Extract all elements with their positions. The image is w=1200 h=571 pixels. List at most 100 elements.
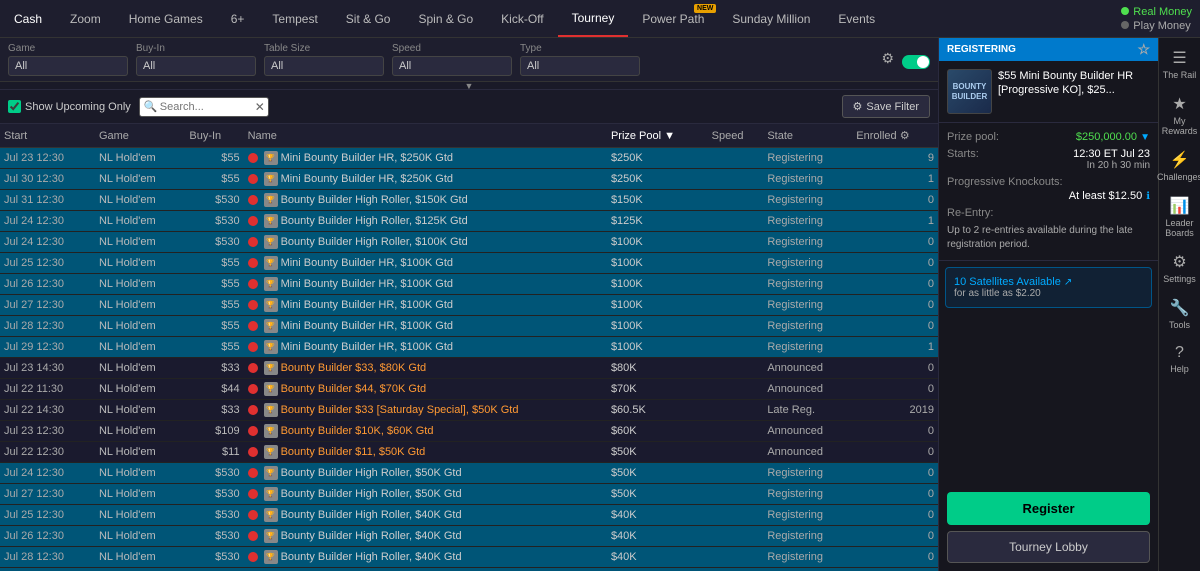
tourney-lobby-button[interactable]: Tourney Lobby [947, 531, 1150, 563]
reg-dot-icon [248, 216, 258, 226]
table-row[interactable]: Jul 31 12:30 NL Hold'em $530 🏆 Bounty Bu… [0, 190, 938, 211]
table-row[interactable]: Jul 27 12:30 NL Hold'em $55 🏆 Mini Bount… [0, 295, 938, 316]
nav-events[interactable]: Events [824, 0, 889, 37]
table-row[interactable]: Jul 23 12:30 NL Hold'em $55 🏆 Mini Bount… [0, 148, 938, 169]
nav-home-games[interactable]: Home Games [115, 0, 217, 37]
favorite-star-icon[interactable]: ☆ [1137, 41, 1150, 58]
type-filter-select[interactable]: All [520, 56, 640, 76]
bounty-icon: 🏆 [264, 403, 278, 417]
th-name: Name [244, 124, 607, 148]
show-upcoming-label: Show Upcoming Only [8, 100, 131, 113]
cell-state: Announced [763, 421, 852, 442]
real-money-option[interactable]: Real Money [1121, 6, 1192, 18]
prize-info-icon[interactable]: ▼ [1140, 132, 1150, 143]
nav-6plus[interactable]: 6+ [217, 0, 259, 37]
tourney-title: $55 Mini Bounty Builder HR [Progressive … [998, 69, 1150, 98]
buyin-filter-select[interactable]: All [136, 56, 256, 76]
nav-spin-go[interactable]: Spin & Go [404, 0, 487, 37]
cell-start: Jul 28 12:30 [0, 316, 95, 337]
table-row[interactable]: Jul 26 12:30 NL Hold'em $530 🏆 Bounty Bu… [0, 526, 938, 547]
cell-name: 🏆 Bounty Builder High Roller, $50K Gtd [244, 484, 607, 505]
table-row[interactable]: Jul 26 12:30 NL Hold'em $55 🏆 Mini Bount… [0, 274, 938, 295]
nav-tempest[interactable]: Tempest [258, 0, 331, 37]
expand-bar[interactable]: ▼ [0, 82, 938, 90]
cell-buyin: $44 [185, 379, 243, 400]
cell-enrolled: 1 [852, 337, 938, 358]
play-money-option[interactable]: Play Money [1121, 20, 1192, 32]
registration-badge: REGISTERING ☆ [939, 38, 1158, 61]
name-text: Bounty Builder $10K, $60K Gtd [281, 425, 434, 437]
nav-kickoff[interactable]: Kick-Off [487, 0, 557, 37]
tablesize-filter-select[interactable]: All [264, 56, 384, 76]
table-row[interactable]: Jul 28 12:30 NL Hold'em $530 🏆 Bounty Bu… [0, 547, 938, 568]
register-button[interactable]: Register [947, 492, 1150, 525]
table-row[interactable]: Jul 29 12:30 NL Hold'em $530 🏆 Bounty Bu… [0, 568, 938, 571]
starts-row: Starts: 12:30 ET Jul 23 In 20 h 30 min [947, 148, 1150, 171]
th-buyin: Buy-In [185, 124, 243, 148]
cell-prize: $40K [607, 526, 708, 547]
cell-game: NL Hold'em [95, 568, 185, 571]
table-row[interactable]: Jul 24 12:30 NL Hold'em $530 🏆 Bounty Bu… [0, 211, 938, 232]
search-clear-icon[interactable]: ✕ [255, 100, 265, 114]
game-filter-select[interactable]: All [8, 56, 128, 76]
cell-enrolled: 0 [852, 190, 938, 211]
table-row[interactable]: Jul 24 12:30 NL Hold'em $530 🏆 Bounty Bu… [0, 232, 938, 253]
cell-speed [708, 526, 764, 547]
filter-icon-button[interactable]: ⚙ [879, 48, 896, 69]
table-row[interactable]: Jul 27 12:30 NL Hold'em $530 🏆 Bounty Bu… [0, 484, 938, 505]
sidebar-item-leaderboards[interactable]: 📊 Leader Boards [1161, 190, 1199, 244]
search-input[interactable] [139, 97, 269, 117]
cell-buyin: $530 [185, 484, 243, 505]
cell-start: Jul 23 12:30 [0, 421, 95, 442]
cell-state: Registering [763, 316, 852, 337]
nav-tourney[interactable]: Tourney [558, 0, 629, 37]
starts-value: 12:30 ET Jul 23 [1073, 148, 1150, 160]
cell-speed [708, 568, 764, 571]
nav-sit-go[interactable]: Sit & Go [332, 0, 405, 37]
nav-cash[interactable]: Cash [0, 0, 56, 37]
money-toggle[interactable]: Real Money Play Money [1121, 6, 1192, 32]
cell-name: 🏆 Bounty Builder High Roller, $40K Gtd [244, 568, 607, 571]
sidebar-item-tools[interactable]: 🔧 Tools [1161, 292, 1199, 336]
sidebar-item-the-rail[interactable]: ☰ The Rail [1161, 42, 1199, 86]
sidebar-item-settings[interactable]: ⚙ Settings [1161, 246, 1199, 290]
toggle-switch[interactable] [902, 55, 930, 69]
cell-buyin: $55 [185, 274, 243, 295]
cell-state: Registering [763, 484, 852, 505]
name-text: Mini Bounty Builder HR, $100K Gtd [281, 257, 453, 269]
table-row[interactable]: Jul 30 12:30 NL Hold'em $55 🏆 Mini Bount… [0, 169, 938, 190]
sidebar-item-rewards[interactable]: ★ My Rewards [1161, 88, 1199, 142]
table-row[interactable]: Jul 29 12:30 NL Hold'em $55 🏆 Mini Bount… [0, 337, 938, 358]
save-filter-button[interactable]: ⚙ Save Filter [842, 95, 930, 118]
cell-game: NL Hold'em [95, 379, 185, 400]
table-row[interactable]: Jul 22 11:30 NL Hold'em $44 🏆 Bounty Bui… [0, 379, 938, 400]
cell-speed [708, 253, 764, 274]
cell-state: Registering [763, 232, 852, 253]
progressive-info-icon[interactable]: ℹ [1146, 191, 1150, 202]
satellites-link[interactable]: 10 Satellites Available ↗ [954, 276, 1143, 288]
nav-sunday-million[interactable]: Sunday Million [718, 0, 824, 37]
help-icon: ? [1175, 344, 1184, 362]
cell-game: NL Hold'em [95, 421, 185, 442]
table-row[interactable]: Jul 23 14:30 NL Hold'em $33 🏆 Bounty Bui… [0, 358, 938, 379]
table-row[interactable]: Jul 24 12:30 NL Hold'em $530 🏆 Bounty Bu… [0, 463, 938, 484]
sidebar-item-help[interactable]: ? Help [1161, 338, 1199, 380]
thumb-label: BOUNTYBUILDER [952, 82, 988, 101]
nav-zoom[interactable]: Zoom [56, 0, 115, 37]
table-row[interactable]: Jul 25 12:30 NL Hold'em $55 🏆 Mini Bount… [0, 253, 938, 274]
table-row[interactable]: Jul 22 14:30 NL Hold'em $33 🏆 Bounty Bui… [0, 400, 938, 421]
cell-name: 🏆 Bounty Builder High Roller, $100K Gtd [244, 232, 607, 253]
cell-enrolled: 0 [852, 253, 938, 274]
cell-state: Announced [763, 379, 852, 400]
nav-power-path[interactable]: Power Path NEW [628, 0, 718, 37]
cell-speed [708, 190, 764, 211]
cell-speed [708, 211, 764, 232]
speed-filter-select[interactable]: All [392, 56, 512, 76]
sidebar-item-challenges[interactable]: ⚡ Challenges [1161, 144, 1199, 188]
table-row[interactable]: Jul 28 12:30 NL Hold'em $55 🏆 Mini Bount… [0, 316, 938, 337]
show-upcoming-checkbox[interactable] [8, 100, 21, 113]
table-row[interactable]: Jul 22 12:30 NL Hold'em $11 🏆 Bounty Bui… [0, 442, 938, 463]
table-row[interactable]: Jul 25 12:30 NL Hold'em $530 🏆 Bounty Bu… [0, 505, 938, 526]
th-prize[interactable]: Prize Pool ▼ [607, 124, 708, 148]
table-row[interactable]: Jul 23 12:30 NL Hold'em $109 🏆 Bounty Bu… [0, 421, 938, 442]
